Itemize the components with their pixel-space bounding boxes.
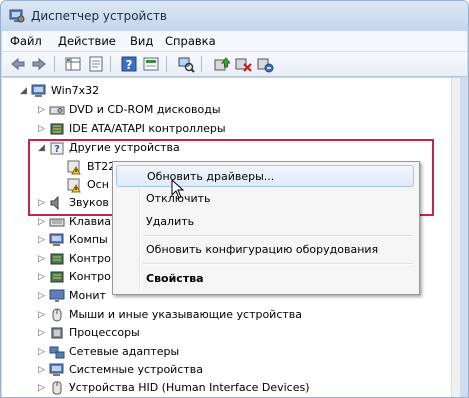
expand-arrow-icon[interactable]: ▷ (38, 253, 47, 265)
toolbar-separator (201, 56, 202, 72)
expand-arrow-icon[interactable]: ▷ (38, 123, 47, 135)
document-icon[interactable] (87, 55, 105, 73)
toolbar-separator (110, 56, 111, 72)
mouse-icon (52, 308, 62, 322)
network-adapter-icon (49, 346, 65, 359)
context-uninstall[interactable]: Удалить (116, 211, 414, 233)
expand-arrow-icon[interactable]: ▷ (38, 327, 47, 339)
expand-arrow-icon[interactable]: ▷ (38, 216, 47, 228)
context-item-label: Свойства (146, 272, 204, 285)
menu-help[interactable]: Справка (165, 34, 216, 48)
processor-icon (51, 327, 63, 339)
tree-item-label: Клавиа (69, 215, 111, 228)
menu-action[interactable]: Действие (58, 34, 116, 48)
menu-bar: Файл Действие Вид Справка (2, 31, 467, 52)
tree-item-label: IDE ATA/ATAPI контроллеры (69, 122, 226, 135)
context-disable[interactable]: Отключить (116, 188, 414, 210)
expand-arrow-icon[interactable]: ▷ (38, 309, 47, 321)
monitor-icon (49, 289, 65, 302)
uninstall-icon[interactable] (256, 55, 274, 73)
menu-view[interactable]: Вид (130, 34, 153, 48)
expand-arrow-icon[interactable]: ▷ (38, 290, 47, 302)
context-update-drivers[interactable]: Обновить драйверы... (116, 165, 414, 187)
ide-controller-icon (50, 123, 64, 135)
tree-item-label: Контро (69, 252, 111, 265)
tree-item-label: Сетевые адаптеры (69, 345, 180, 358)
expand-arrow-icon[interactable]: ▷ (38, 234, 47, 246)
window-title: Диспетчер устройств (31, 9, 168, 23)
context-separator (143, 263, 413, 265)
tree-item-ide[interactable]: ▷ IDE ATA/ATAPI контроллеры (38, 121, 338, 137)
system-device-icon (49, 363, 64, 376)
properties-grid-icon[interactable] (64, 55, 82, 73)
device-manager-window: Диспетчер устройств Файл Действие Вид Сп… (0, 0, 469, 398)
controller-icon (50, 271, 64, 283)
title-bar[interactable]: Диспетчер устройств (1, 1, 468, 31)
scan-hardware-icon[interactable] (177, 55, 195, 73)
expand-arrow-icon[interactable]: ▷ (38, 271, 47, 283)
hid-icon (52, 381, 62, 395)
context-item-label: Удалить (146, 215, 195, 228)
update-driver-icon[interactable] (212, 55, 230, 73)
computer-icon (31, 84, 46, 97)
keyboard-icon (49, 218, 65, 227)
svg-text:?: ? (126, 58, 133, 72)
tree-item-label: DVD и CD-ROM дисководы (69, 103, 221, 116)
tree-item-label: Контро (69, 270, 111, 283)
toolbar: ? (2, 52, 467, 77)
expand-arrow-icon[interactable]: ▷ (38, 104, 47, 116)
tree-item-label: Мыши и иные указывающие устройства (69, 308, 303, 321)
computer-icon (49, 233, 64, 246)
context-separator (143, 235, 413, 237)
tree-item-system[interactable]: ▷ Системные устройства (38, 362, 338, 378)
help-icon[interactable]: ? (120, 55, 138, 73)
tree-item-label: Монит (69, 289, 106, 302)
disable-device-icon[interactable] (234, 55, 252, 73)
expand-arrow-icon[interactable]: ▷ (38, 346, 47, 358)
context-scan-hardware[interactable]: Обновить конфигурацию оборудования (116, 239, 414, 261)
tree-root[interactable]: ◢ Win7x32 (20, 83, 220, 99)
collapse-arrow-icon[interactable]: ◢ (20, 85, 29, 97)
tree-root-label: Win7x32 (51, 84, 100, 97)
vertical-scrollbar[interactable] (451, 78, 460, 397)
forward-icon[interactable] (30, 55, 48, 73)
back-icon[interactable] (9, 55, 27, 73)
tree-item-hid[interactable]: ▷ Устройства HID (Human Interface Device… (38, 380, 368, 396)
context-item-label: Обновить конфигурацию оборудования (146, 243, 379, 256)
tree-item-label: Компы (69, 233, 108, 246)
expand-arrow-icon[interactable]: ▷ (38, 364, 47, 376)
expand-arrow-icon[interactable]: ▷ (38, 382, 47, 394)
context-properties[interactable]: Свойства (116, 268, 414, 290)
context-item-label: Обновить драйверы... (147, 170, 275, 183)
tree-item-processors[interactable]: ▷ Процессоры (38, 325, 338, 341)
mouse-cursor-icon (171, 179, 185, 199)
menu-file[interactable]: Файл (10, 34, 42, 48)
refresh-view-icon[interactable] (142, 55, 160, 73)
tree-item-dvd[interactable]: ▷ DVD и CD-ROM дисководы (38, 102, 338, 118)
toolbar-separator (166, 56, 167, 72)
tree-item-label: Процессоры (69, 326, 140, 339)
context-menu: Обновить драйверы... Отключить Удалить О… (112, 161, 420, 295)
dvd-drive-icon (49, 106, 65, 115)
tree-item-label: Устройства HID (Human Interface Devices) (69, 381, 310, 394)
device-manager-app-icon (9, 9, 25, 23)
controller-icon (50, 253, 64, 265)
tree-item-network[interactable]: ▷ Сетевые адаптеры (38, 344, 338, 360)
tree-item-label: Системные устройства (69, 363, 203, 376)
tree-item-mice[interactable]: ▷ Мыши и иные указывающие устройства (38, 307, 368, 323)
toolbar-separator (54, 56, 55, 72)
